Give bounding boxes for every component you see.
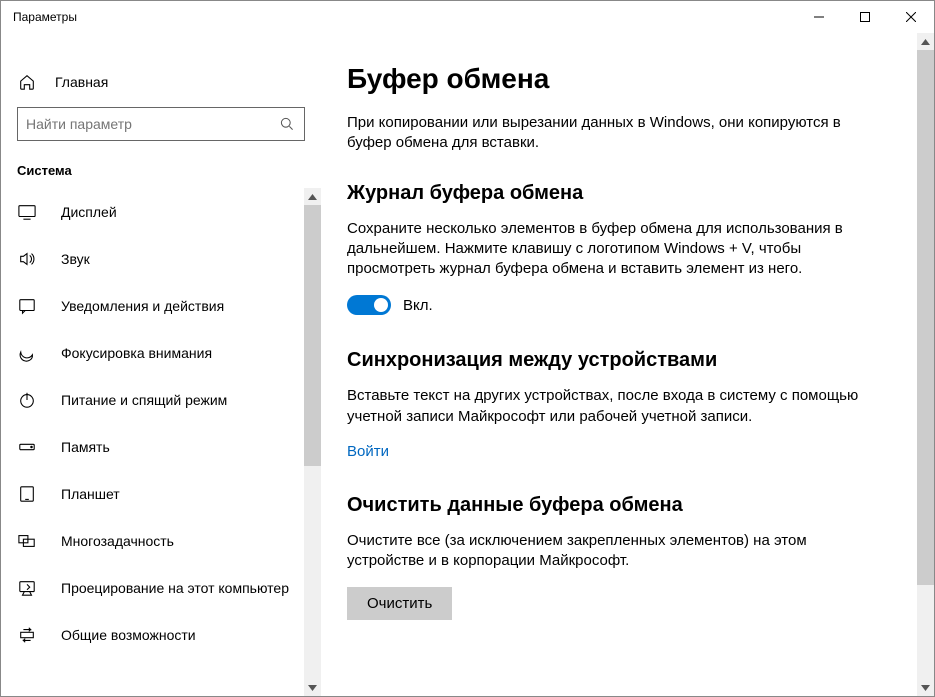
nav-item-label: Звук	[61, 251, 90, 267]
sound-icon	[17, 250, 37, 268]
history-toggle-label: Вкл.	[403, 297, 433, 314]
nav-item-notifications[interactable]: Уведомления и действия	[1, 282, 321, 329]
sidebar-scrollbar[interactable]	[304, 188, 321, 696]
nav-item-projecting[interactable]: Проецирование на этот компьютер	[1, 564, 321, 611]
home-label: Главная	[55, 74, 108, 90]
nav-item-focus[interactable]: Фокусировка внимания	[1, 329, 321, 376]
maximize-button[interactable]	[842, 1, 888, 33]
display-icon	[17, 203, 37, 221]
scroll-down-button[interactable]	[304, 679, 321, 696]
nav-item-label: Проецирование на этот компьютер	[61, 580, 289, 596]
section-sync-heading: Синхронизация между устройствами	[347, 349, 894, 372]
content-scroll-down-button[interactable]	[917, 679, 934, 696]
multitasking-icon	[17, 532, 37, 550]
storage-icon	[17, 438, 37, 456]
signin-link[interactable]: Войти	[347, 443, 389, 460]
nav-item-power[interactable]: Питание и спящий режим	[1, 376, 321, 423]
scroll-thumb[interactable]	[304, 205, 321, 466]
history-toggle[interactable]	[347, 295, 391, 315]
window-title: Параметры	[13, 10, 77, 24]
sidebar: Главная Система Дисплей Звук	[1, 33, 321, 696]
nav-item-label: Многозадачность	[61, 533, 174, 549]
content-scroll-track[interactable]	[917, 50, 934, 679]
nav-item-multitasking[interactable]: Многозадачность	[1, 517, 321, 564]
section-history-body: Сохраните несколько элементов в буфер об…	[347, 219, 867, 280]
content-scroll-thumb[interactable]	[917, 50, 934, 585]
search-icon	[278, 116, 296, 132]
tablet-icon	[17, 485, 37, 503]
nav-item-storage[interactable]: Память	[1, 423, 321, 470]
content-scrollbar[interactable]	[917, 33, 934, 696]
section-sync-body: Вставьте текст на других устройствах, по…	[347, 386, 867, 427]
close-button[interactable]	[888, 1, 934, 33]
nav-item-label: Уведомления и действия	[61, 298, 224, 314]
nav-item-display[interactable]: Дисплей	[1, 188, 321, 235]
scroll-up-button[interactable]	[304, 188, 321, 205]
nav-item-label: Фокусировка внимания	[61, 345, 212, 361]
home-link[interactable]: Главная	[1, 65, 321, 99]
titlebar: Параметры	[1, 1, 934, 33]
nav-item-label: Питание и спящий режим	[61, 392, 227, 408]
nav-item-label: Память	[61, 439, 110, 455]
search-box[interactable]	[17, 107, 305, 141]
shared-icon	[17, 626, 37, 644]
nav-item-sound[interactable]: Звук	[1, 235, 321, 282]
scroll-track[interactable]	[304, 205, 321, 679]
section-clear-body: Очистите все (за исключением закрепленны…	[347, 531, 867, 572]
clear-button[interactable]: Очистить	[347, 587, 452, 620]
nav-item-label: Дисплей	[61, 204, 117, 220]
home-icon	[17, 73, 37, 91]
notifications-icon	[17, 297, 37, 315]
section-history-heading: Журнал буфера обмена	[347, 182, 894, 205]
content-pane: Буфер обмена При копировании или вырезан…	[321, 33, 934, 696]
nav-item-tablet[interactable]: Планшет	[1, 470, 321, 517]
nav-item-label: Общие возможности	[61, 627, 196, 643]
minimize-button[interactable]	[796, 1, 842, 33]
nav-menu: Дисплей Звук Уведомления и действия Фоку…	[1, 188, 321, 658]
page-title: Буфер обмена	[347, 63, 894, 95]
content-scroll-up-button[interactable]	[917, 33, 934, 50]
focus-icon	[17, 344, 37, 362]
page-intro-text: При копировании или вырезании данных в W…	[347, 113, 867, 154]
section-label: Система	[1, 157, 321, 188]
section-clear-heading: Очистить данные буфера обмена	[347, 494, 894, 517]
nav-item-label: Планшет	[61, 486, 120, 502]
nav-item-shared[interactable]: Общие возможности	[1, 611, 321, 658]
projecting-icon	[17, 579, 37, 597]
power-icon	[17, 391, 37, 409]
search-input[interactable]	[26, 116, 278, 132]
